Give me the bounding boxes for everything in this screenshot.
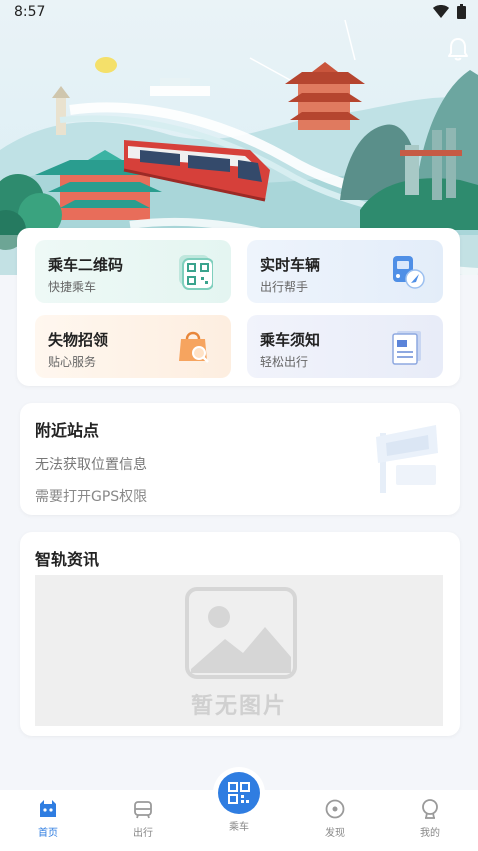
news-card: 智轨资讯 暂无图片 — [20, 532, 460, 736]
service-subtitle: 轻松出行 — [260, 355, 309, 369]
service-subtitle: 出行帮手 — [260, 280, 309, 294]
services-card: 乘车二维码 快捷乘车 实时车辆 出行帮手 失物招领 贴心服务 乘车须知 轻松出行 — [17, 228, 460, 386]
qr-scan-icon — [228, 782, 250, 804]
service-ride-qrcode[interactable]: 乘车二维码 快捷乘车 — [35, 240, 231, 303]
status-icons — [433, 4, 466, 19]
tab-label: 乘车 — [229, 822, 249, 833]
section-title: 附近站点 — [35, 421, 100, 440]
bus-locate-icon — [393, 256, 425, 289]
bell-icon[interactable] — [446, 36, 470, 62]
tab-label: 发现 — [325, 828, 345, 839]
service-realtime-vehicle[interactable]: 实时车辆 出行帮手 — [247, 240, 443, 303]
tab-home[interactable]: 首页 — [18, 798, 78, 839]
compass-icon — [325, 799, 345, 819]
document-icon — [392, 331, 421, 365]
tram-icon — [134, 801, 152, 819]
tab-label: 出行 — [133, 828, 153, 839]
service-title: 乘车须知 — [260, 331, 321, 349]
news-image-placeholder[interactable]: 暂无图片 — [35, 575, 443, 726]
service-lost-found[interactable]: 失物招领 贴心服务 — [35, 315, 231, 378]
status-time: 8:57 — [14, 4, 46, 20]
no-image-text: 暂无图片 — [190, 694, 287, 719]
qr-code-icon — [179, 255, 213, 290]
location-status-text: 无法获取位置信息 — [35, 457, 147, 473]
service-ride-notice[interactable]: 乘车须知 轻松出行 — [247, 315, 443, 378]
ride-qr-button[interactable] — [218, 772, 260, 814]
home-icon — [40, 800, 56, 817]
service-title: 失物招领 — [48, 331, 109, 349]
service-subtitle: 贴心服务 — [48, 355, 97, 369]
tab-discover[interactable]: 发现 — [305, 798, 365, 839]
tab-mine[interactable]: 我的 — [400, 798, 460, 839]
service-subtitle: 快捷乘车 — [48, 280, 97, 294]
shopping-bag-icon — [179, 331, 209, 363]
battery-icon — [457, 4, 466, 19]
service-title: 乘车二维码 — [48, 256, 124, 274]
nearby-stations-card: 附近站点 无法获取位置信息 需要打开GPS权限 — [20, 403, 460, 515]
image-placeholder-icon — [185, 587, 297, 679]
wifi-icon — [433, 5, 449, 18]
section-title: 智轨资讯 — [35, 550, 100, 569]
status-bar: 8:57 — [0, 0, 478, 26]
profile-icon — [422, 799, 438, 819]
tab-label: 首页 — [38, 828, 58, 839]
tab-trip[interactable]: 出行 — [113, 798, 173, 839]
station-sign-icon — [376, 425, 438, 493]
gps-permission-hint[interactable]: 需要打开GPS权限 — [35, 486, 147, 506]
tab-label: 我的 — [420, 828, 440, 839]
service-title: 实时车辆 — [260, 256, 321, 274]
